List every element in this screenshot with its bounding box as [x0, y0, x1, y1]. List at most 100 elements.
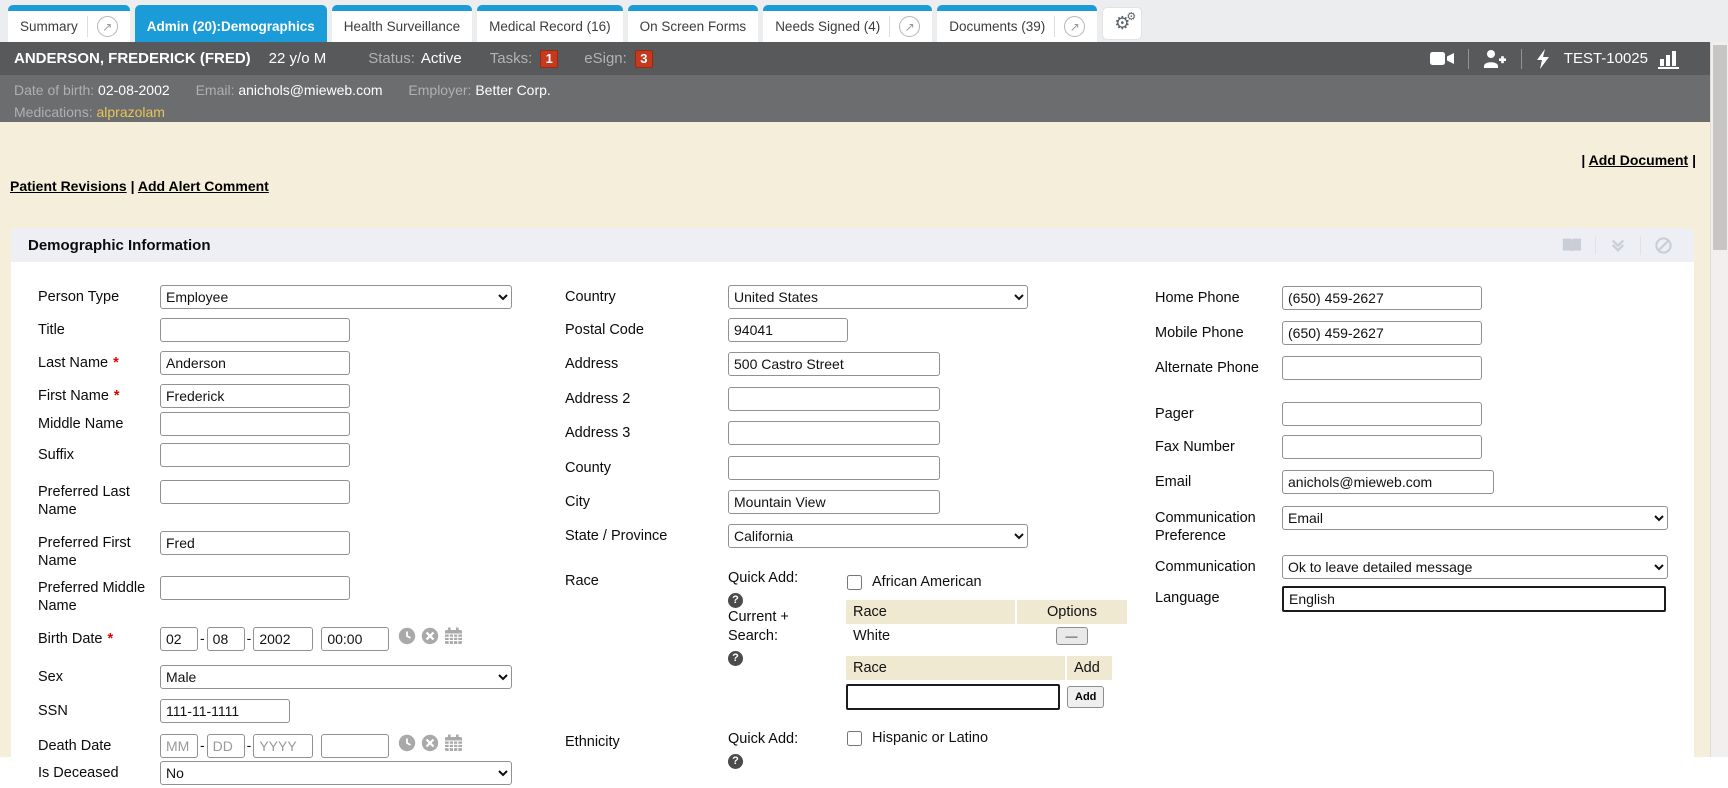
is-deceased-label: Is Deceased [38, 761, 160, 782]
person-type-select[interactable]: Employee [160, 285, 512, 309]
esign-label: eSign: [584, 50, 627, 67]
add-person-button[interactable] [1483, 49, 1507, 68]
country-select[interactable]: United States [728, 285, 1028, 309]
preferred-last-name-input[interactable] [160, 480, 350, 504]
email-input[interactable] [1282, 470, 1494, 494]
tab-documents-popout[interactable]: ↗ [1054, 16, 1085, 37]
external-link-icon[interactable]: ↗ [97, 16, 118, 37]
tab-documents[interactable]: Documents (39) ↗ [937, 5, 1097, 42]
hispanic-or-latino-checkbox[interactable] [847, 731, 862, 746]
tasks-label: Tasks: [490, 50, 533, 67]
race-search-input[interactable] [846, 684, 1060, 710]
is-deceased-select[interactable]: No [160, 761, 512, 785]
help-icon[interactable]: ? [728, 651, 743, 666]
demographics-panel: Demographic Information Person Type Empl… [11, 228, 1694, 788]
birth-day-input[interactable] [207, 627, 245, 651]
add-document-link[interactable]: Add Document [1589, 152, 1689, 168]
tab-needs-signed-popout[interactable]: ↗ [889, 16, 920, 37]
print-view-button[interactable] [1547, 235, 1595, 255]
sex-select[interactable]: Male [160, 665, 512, 689]
clock-icon[interactable] [398, 734, 416, 752]
death-year-input[interactable] [253, 734, 313, 758]
tab-summary[interactable]: Summary ↗ [8, 5, 130, 42]
last-name-input[interactable] [160, 351, 350, 375]
death-day-input[interactable] [207, 734, 245, 758]
city-input[interactable] [728, 490, 940, 514]
pager-input[interactable] [1282, 402, 1482, 426]
external-link-icon[interactable]: ↗ [899, 16, 920, 37]
tab-needs-signed[interactable]: Needs Signed (4) ↗ [763, 5, 932, 42]
state-province-select[interactable]: California [728, 524, 1028, 548]
race-row-value: White [846, 624, 1016, 648]
birth-time-input[interactable] [321, 627, 389, 651]
separator: | [1581, 152, 1585, 168]
address3-input[interactable] [728, 421, 940, 445]
clock-icon[interactable] [398, 627, 416, 645]
tab-on-screen-forms-label: On Screen Forms [640, 19, 747, 34]
county-input[interactable] [728, 456, 940, 480]
address2-input[interactable] [728, 387, 940, 411]
title-input[interactable] [160, 318, 350, 342]
esign-badge[interactable]: 3 [635, 50, 653, 68]
ssn-input[interactable] [160, 699, 290, 723]
home-phone-input[interactable] [1282, 286, 1482, 310]
first-name-input[interactable] [160, 384, 350, 408]
tab-documents-label: Documents (39) [949, 19, 1045, 34]
remove-race-button[interactable]: — [1056, 627, 1088, 645]
add-race-button[interactable]: Add [1067, 686, 1104, 708]
middle-name-input[interactable] [160, 412, 350, 436]
tab-admin-demographics[interactable]: Admin (20):Demographics [135, 5, 327, 42]
tab-health-surveillance[interactable]: Health Surveillance [332, 5, 472, 42]
pager-label: Pager [1155, 402, 1282, 423]
panel-header: Demographic Information [11, 228, 1694, 262]
help-icon[interactable]: ? [728, 754, 743, 769]
help-icon[interactable]: ? [728, 593, 743, 608]
video-camera-icon [1430, 50, 1454, 68]
calendar-icon[interactable] [444, 734, 463, 752]
death-time-input[interactable] [321, 734, 389, 758]
email-field-label: Email [1155, 470, 1282, 491]
african-american-checkbox[interactable] [847, 575, 862, 590]
chart-stats-button[interactable] [1658, 49, 1682, 69]
alternate-phone-label: Alternate Phone [1155, 356, 1282, 377]
vertical-scrollbar[interactable] [1710, 42, 1728, 757]
language-input[interactable] [1282, 586, 1666, 612]
birth-year-input[interactable] [253, 627, 313, 651]
birth-date-label: Birth Date* [38, 627, 160, 648]
preferred-first-name-input[interactable] [160, 531, 350, 555]
clear-date-icon[interactable] [421, 627, 439, 645]
scrollbar-thumb[interactable] [1713, 45, 1727, 250]
quick-action-button[interactable] [1536, 49, 1550, 69]
tab-on-screen-forms[interactable]: On Screen Forms [628, 5, 759, 42]
mobile-phone-input[interactable] [1282, 321, 1482, 345]
video-call-button[interactable] [1430, 50, 1454, 68]
patient-revisions-link[interactable]: Patient Revisions [10, 178, 127, 194]
tab-summary-popout[interactable]: ↗ [87, 16, 118, 37]
alternate-phone-input[interactable] [1282, 356, 1482, 380]
address-input[interactable] [728, 352, 940, 376]
clear-date-icon[interactable] [421, 734, 439, 752]
fax-number-label: Fax Number [1155, 435, 1282, 456]
communication-preference-select[interactable]: Email [1282, 506, 1668, 530]
communication-select[interactable]: Ok to leave detailed message [1282, 555, 1668, 579]
calendar-icon[interactable] [444, 627, 463, 645]
status-label: Status: [368, 50, 415, 67]
hide-panel-button[interactable] [1640, 236, 1686, 255]
ethnicity-widgets: Hispanic or Latino [846, 730, 988, 746]
chart-id: TEST-10025 [1564, 50, 1648, 67]
death-month-input[interactable] [160, 734, 198, 758]
panel-title: Demographic Information [11, 237, 1547, 254]
preferred-middle-name-input[interactable] [160, 576, 350, 600]
external-link-icon[interactable]: ↗ [1064, 16, 1085, 37]
settings-button[interactable]: ⚙ ⚙ [1102, 7, 1142, 40]
birth-month-input[interactable] [160, 627, 198, 651]
suffix-input[interactable] [160, 443, 350, 467]
postal-code-input[interactable] [728, 318, 848, 342]
fax-number-input[interactable] [1282, 435, 1482, 459]
county-label: County [565, 456, 728, 477]
add-alert-comment-link[interactable]: Add Alert Comment [138, 178, 269, 194]
collapse-panel-button[interactable] [1595, 236, 1640, 254]
tab-medical-record[interactable]: Medical Record (16) [477, 5, 623, 42]
tasks-badge[interactable]: 1 [540, 50, 558, 68]
medications-value[interactable]: alprazolam [96, 104, 164, 120]
